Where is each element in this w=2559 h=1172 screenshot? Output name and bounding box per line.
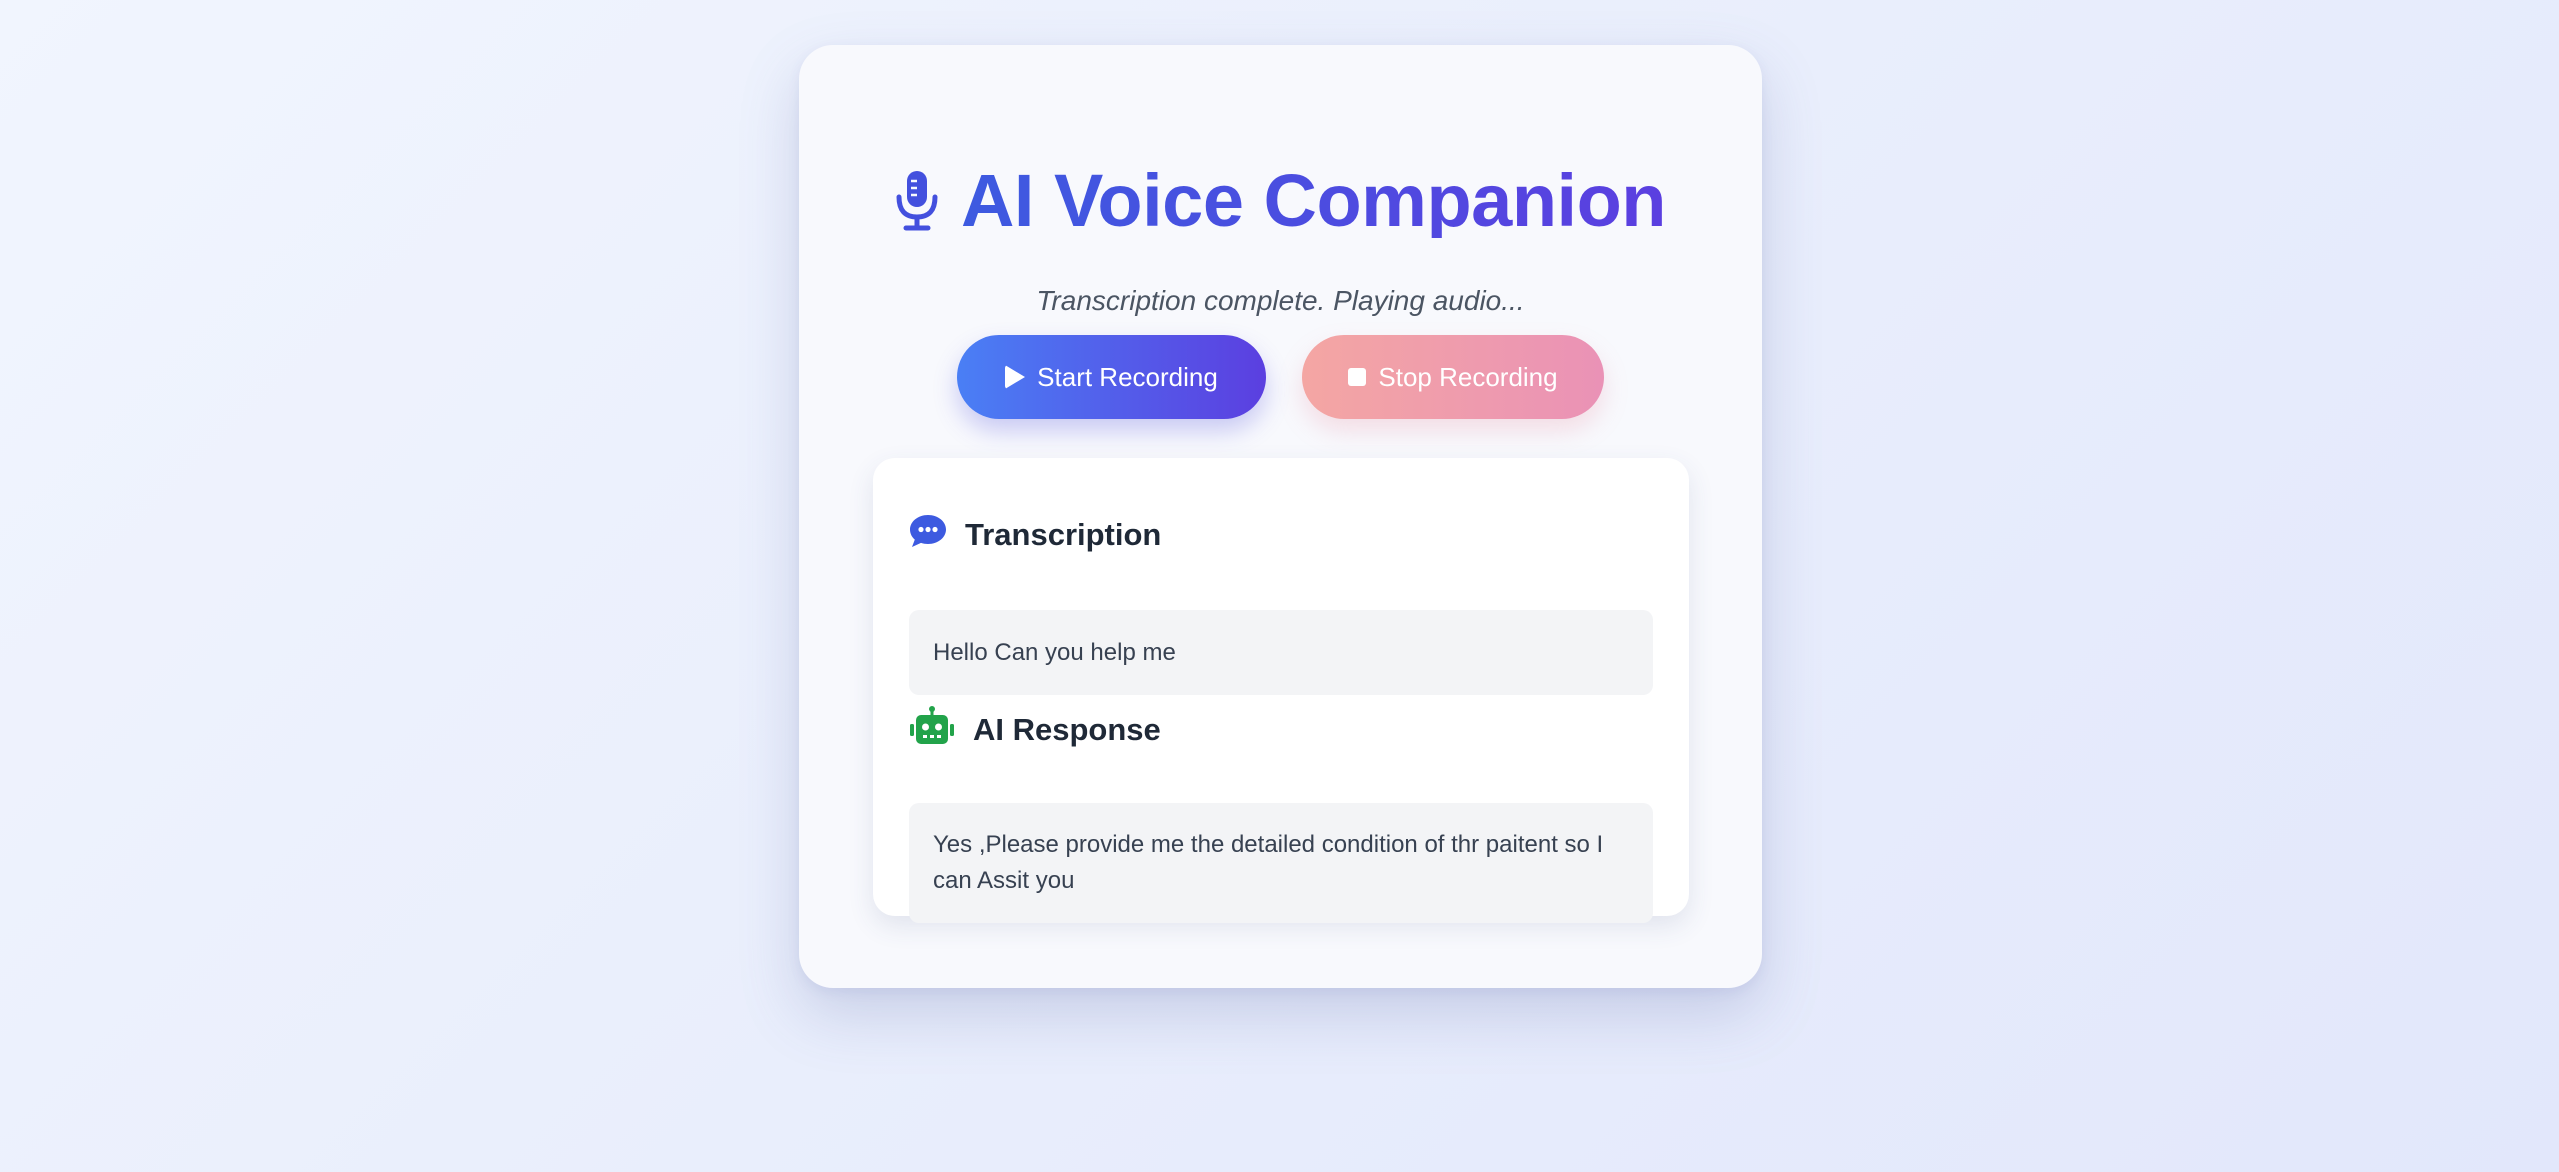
robot-icon [909, 706, 955, 754]
status-text: Transcription complete. Playing audio... [1036, 285, 1525, 316]
start-recording-label: Start Recording [1037, 361, 1218, 392]
header: AI Voice Companion [799, 153, 1762, 249]
transcription-title: Transcription [965, 517, 1162, 552]
ai-response-box: Yes ,Please provide me the detailed cond… [909, 803, 1653, 923]
transcription-box: Hello Can you help me [909, 610, 1653, 695]
ai-response-heading: AI Response [909, 706, 1161, 754]
start-recording-button[interactable]: Start Recording [957, 335, 1266, 419]
voice-companion-card: AI Voice Companion Transcription complet… [799, 45, 1762, 988]
transcription-heading: Transcription [909, 514, 1161, 556]
chat-bubble-icon [909, 514, 947, 556]
stop-icon [1348, 368, 1367, 386]
ai-response-title: AI Response [973, 712, 1161, 747]
stop-recording-button[interactable]: Stop Recording [1302, 335, 1604, 419]
ai-response-text: Yes ,Please provide me the detailed cond… [933, 831, 1604, 894]
play-icon [1005, 365, 1026, 389]
results-panel: Transcription Hello Can you help me AI R… [873, 458, 1689, 923]
stop-recording-label: Stop Recording [1378, 361, 1558, 392]
microphone-icon [895, 171, 939, 231]
page-title: AI Voice Companion [960, 159, 1667, 242]
transcription-text: Hello Can you help me [933, 638, 1176, 666]
